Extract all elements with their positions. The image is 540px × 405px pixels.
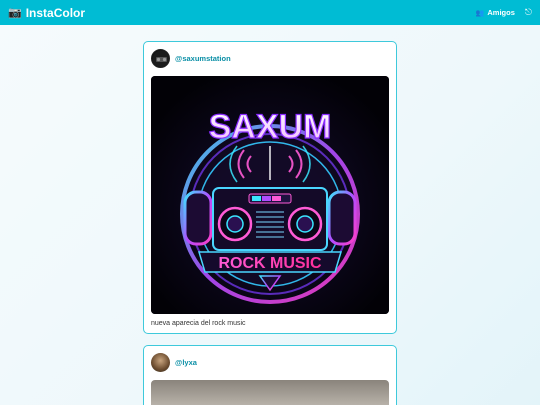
artwork-title: SAXUM [209,108,332,146]
post-image[interactable]: SAXUM ROCK MUSIC [151,76,389,314]
post-feed: @saxumstation SAXUM ROCK MUSIC nueva apa… [143,41,397,405]
post-username[interactable]: @saxumstation [175,54,231,63]
post-username[interactable]: @lyxa [175,358,197,367]
post-header: @saxumstation [151,48,389,68]
friends-link[interactable]: 👥 Amigos [476,8,515,17]
camera-icon: 📷 [8,7,22,19]
artwork-subtitle: ROCK MUSIC [218,255,322,272]
post-caption: nueva aparecia del rock music [151,320,246,327]
brand-logo[interactable]: 📷 InstaColor [8,6,85,20]
app-title: InstaColor [25,5,86,20]
post-image[interactable] [151,380,389,405]
top-navbar: 📷 InstaColor 👥 Amigos ⎋ [0,0,540,25]
avatar[interactable] [151,352,170,372]
avatar[interactable] [151,48,170,68]
nav-actions: 👥 Amigos ⎋ [476,7,532,18]
logout-icon[interactable]: ⎋ [525,7,532,18]
people-icon: 👥 [475,9,485,17]
saxum-logo-artwork: SAXUM ROCK MUSIC [151,76,389,314]
post-header: @lyxa [151,352,389,372]
post-card: @lyxa [143,345,397,405]
friends-label: Amigos [487,8,515,17]
post-card: @saxumstation SAXUM ROCK MUSIC nueva apa… [143,41,397,334]
